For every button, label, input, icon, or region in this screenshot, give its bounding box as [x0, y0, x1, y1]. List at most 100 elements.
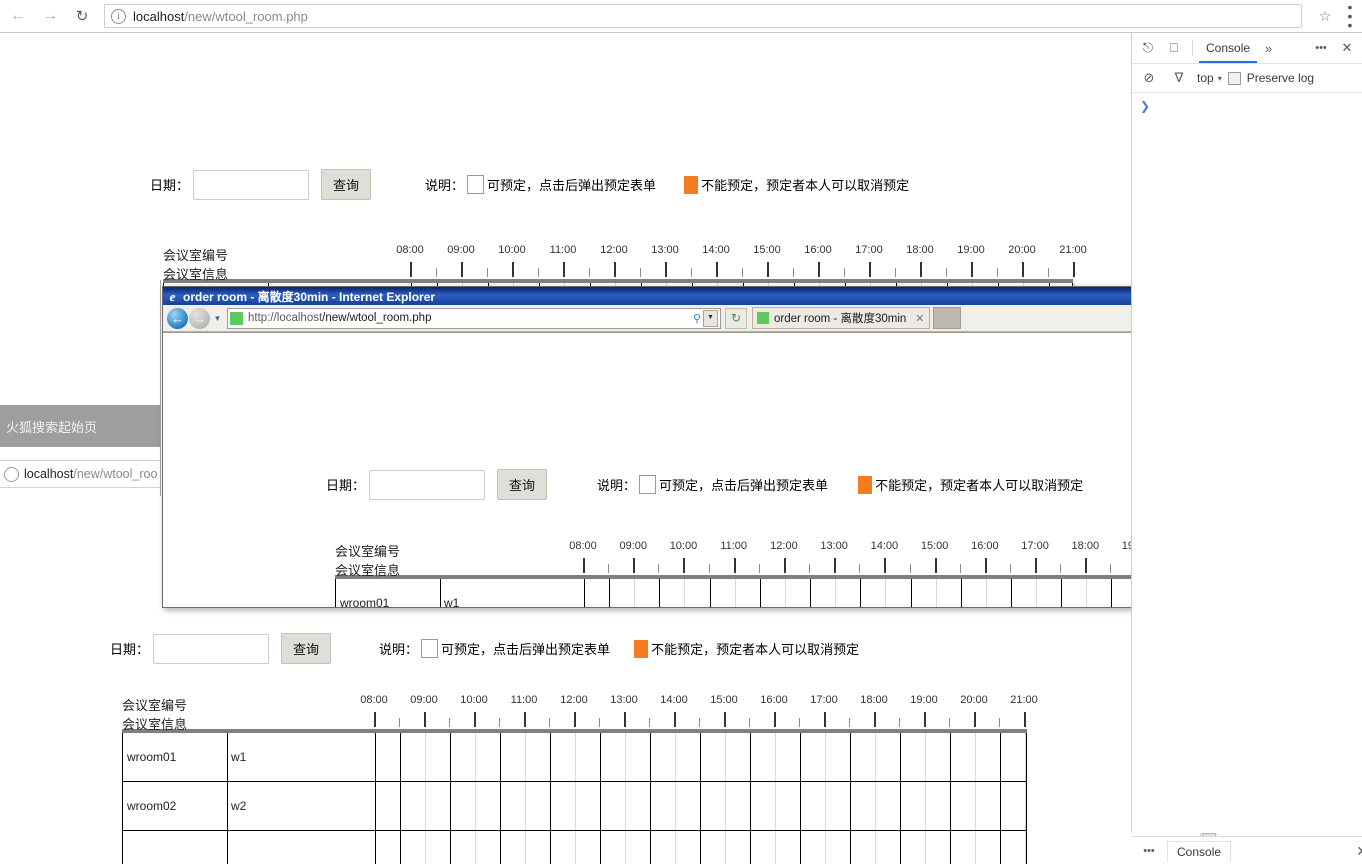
time-slot-divider[interactable] — [425, 733, 426, 781]
time-slot-divider[interactable] — [500, 831, 501, 864]
preserve-log-checkbox[interactable] — [1227, 71, 1241, 85]
address-bar[interactable]: i localhost/new/wtool_room.php — [104, 4, 1302, 28]
bookmark-star-icon[interactable]: ☆ — [1312, 8, 1338, 25]
device-toolbar-icon[interactable]: ⎕ — [1162, 36, 1186, 60]
time-slot-divider[interactable] — [825, 831, 826, 864]
time-slot-divider[interactable] — [1061, 579, 1063, 607]
ie-address-dropdown-icon[interactable]: ▼ — [703, 309, 718, 327]
query-button-2[interactable]: 查询 — [281, 633, 332, 664]
time-slot-divider[interactable] — [700, 831, 701, 864]
time-slot-divider[interactable] — [625, 733, 626, 781]
time-slot-divider[interactable] — [1010, 579, 1012, 607]
time-slot-divider[interactable] — [700, 733, 701, 781]
time-slot-divider[interactable] — [925, 831, 926, 864]
time-slot-divider[interactable] — [600, 782, 601, 830]
time-slot-divider[interactable] — [734, 579, 736, 607]
time-slot-divider[interactable] — [650, 733, 651, 781]
ie-tab-close-icon[interactable]: ✕ — [911, 312, 924, 325]
time-slot-divider[interactable] — [1111, 579, 1113, 607]
time-slot-divider[interactable] — [800, 733, 801, 781]
ie-refresh-icon[interactable]: ↻ — [725, 307, 747, 329]
time-slot-divider[interactable] — [600, 831, 601, 864]
time-slot-divider[interactable] — [950, 831, 951, 864]
drawer-close-icon[interactable]: ✕ — [1356, 843, 1362, 860]
devtools-close-icon[interactable]: ✕ — [1335, 36, 1359, 60]
filter-icon[interactable]: ∇ — [1167, 66, 1191, 90]
time-slot-divider[interactable] — [709, 579, 711, 607]
back-icon[interactable]: ← — [4, 2, 32, 30]
time-slot-divider[interactable] — [475, 733, 476, 781]
site-info-icon[interactable]: i — [111, 8, 126, 24]
console-prompt[interactable]: ❯ — [1132, 93, 1362, 119]
background-firefox-window[interactable]: 火狐搜索起始页 › localhost/new/wtool_roo — [0, 280, 161, 496]
time-slot-divider[interactable] — [775, 782, 776, 830]
ie-date-input[interactable] — [369, 469, 486, 500]
drawer-tab-console[interactable]: Console — [1167, 840, 1232, 862]
firefox-start-page-bar[interactable]: 火狐搜索起始页 › — [0, 405, 160, 447]
inspect-element-icon[interactable]: ⎋ — [1136, 36, 1160, 60]
time-slot-divider[interactable] — [835, 579, 837, 607]
ie-new-tab-button[interactable] — [932, 307, 961, 329]
firefox-address-bar[interactable]: localhost/new/wtool_roo — [0, 460, 160, 488]
time-slot-divider[interactable] — [900, 831, 901, 864]
ie-history-dropdown-icon[interactable]: ▼ — [211, 314, 224, 323]
site-info-icon-firefox[interactable] — [4, 466, 19, 482]
time-slot-divider[interactable] — [850, 782, 851, 830]
time-slot-divider[interactable] — [1086, 579, 1088, 607]
time-slot-divider[interactable] — [775, 733, 776, 781]
time-slot-divider[interactable] — [575, 733, 576, 781]
drawer-menu-icon[interactable]: • • • — [1137, 839, 1161, 863]
time-slot-divider[interactable] — [975, 782, 976, 830]
time-slot-divider[interactable] — [1025, 733, 1026, 781]
time-slot-divider[interactable] — [450, 831, 451, 864]
time-slot-divider[interactable] — [400, 831, 401, 864]
time-slot-divider[interactable] — [925, 782, 926, 830]
time-slot-divider[interactable] — [650, 782, 651, 830]
date-input-2[interactable] — [153, 633, 270, 664]
time-slot-divider[interactable] — [784, 579, 786, 607]
time-slot-divider[interactable] — [550, 733, 551, 781]
time-slot-divider[interactable] — [975, 733, 976, 781]
time-slot-divider[interactable] — [910, 579, 912, 607]
time-slot-divider[interactable] — [425, 782, 426, 830]
time-slot-divider[interactable] — [400, 782, 401, 830]
time-slot-divider[interactable] — [500, 782, 501, 830]
time-slot-divider[interactable] — [600, 733, 601, 781]
time-slot-divider[interactable] — [659, 579, 661, 607]
time-slot-divider[interactable] — [575, 782, 576, 830]
ie-tab[interactable]: order room - 离散度30min ✕ — [752, 307, 930, 329]
time-slot-divider[interactable] — [850, 733, 851, 781]
time-slot-divider[interactable] — [1025, 782, 1026, 830]
time-slot-divider[interactable] — [684, 579, 686, 607]
time-slot-divider[interactable] — [925, 733, 926, 781]
time-slot-divider[interactable] — [1000, 782, 1001, 830]
search-icon[interactable]: ⚲ — [693, 312, 701, 325]
ie-back-icon[interactable]: ← — [167, 307, 188, 329]
date-input[interactable] — [193, 169, 310, 200]
time-slot-divider[interactable] — [650, 831, 651, 864]
time-slot-divider[interactable] — [475, 782, 476, 830]
time-slot-divider[interactable] — [935, 579, 937, 607]
devtools-menu-icon[interactable]: • • • — [1309, 36, 1333, 60]
time-slot-divider[interactable] — [625, 782, 626, 830]
time-slot-divider[interactable] — [450, 782, 451, 830]
time-slot-divider[interactable] — [475, 831, 476, 864]
time-slot-divider[interactable] — [500, 733, 501, 781]
time-slot-divider[interactable] — [675, 782, 676, 830]
time-slot-divider[interactable] — [875, 831, 876, 864]
time-slot-divider[interactable] — [750, 831, 751, 864]
time-slot-divider[interactable] — [1000, 831, 1001, 864]
browser-menu-icon[interactable]: • • • — [1338, 0, 1362, 32]
time-slot-divider[interactable] — [875, 733, 876, 781]
time-slot-divider[interactable] — [825, 733, 826, 781]
time-slot-divider[interactable] — [550, 831, 551, 864]
time-slot-divider[interactable] — [900, 733, 901, 781]
time-slot-divider[interactable] — [885, 579, 887, 607]
time-slot-divider[interactable] — [850, 831, 851, 864]
ie-address-bar[interactable]: http://localhost/new/wtool_room.php ⚲ ▼ — [227, 307, 721, 329]
time-slot-divider[interactable] — [675, 733, 676, 781]
time-slot-divider[interactable] — [525, 831, 526, 864]
more-tabs-icon[interactable]: » — [1259, 41, 1278, 56]
execution-context-selector[interactable]: top ▾ — [1197, 71, 1222, 85]
time-slot-divider[interactable] — [860, 579, 862, 607]
